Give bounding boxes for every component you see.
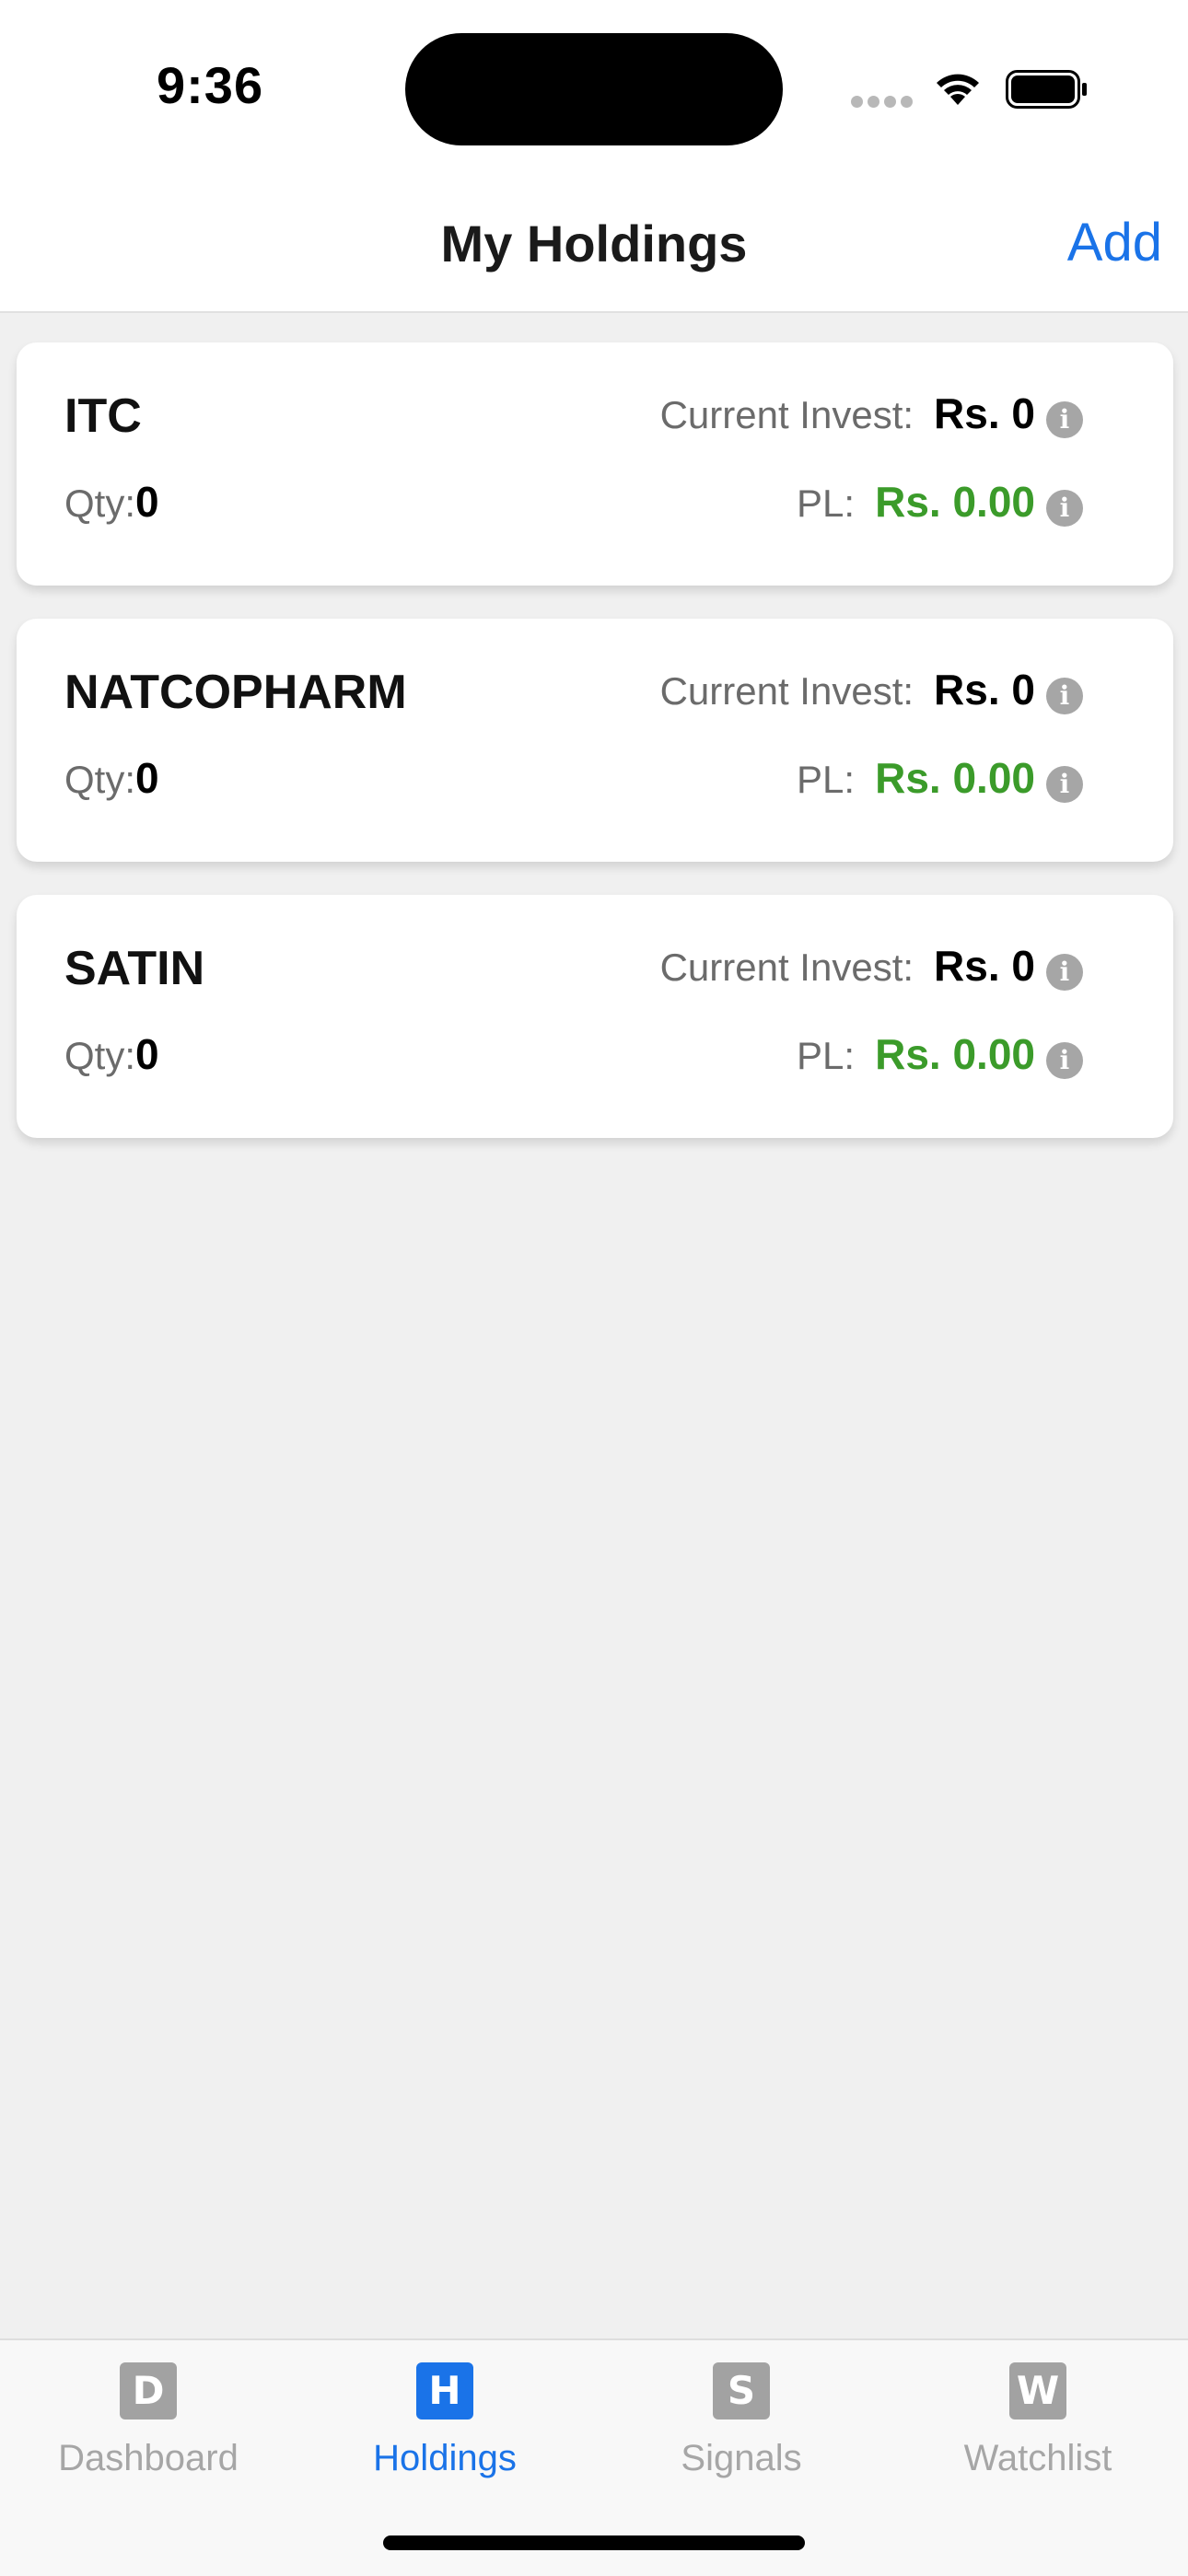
cellular-signal-icon: [851, 96, 914, 109]
dashboard-icon: D: [120, 2362, 177, 2419]
current-invest-value: Rs. 0: [934, 942, 1035, 990]
info-icon[interactable]: i: [1046, 678, 1083, 714]
qty-label: Qty:: [64, 482, 136, 525]
current-invest-row: Current Invest: Rs. 0: [660, 665, 1035, 714]
current-invest-row: Current Invest: Rs. 0: [660, 941, 1035, 991]
tab-label: Signals: [681, 2438, 802, 2478]
tab-label: Watchlist: [963, 2438, 1112, 2478]
tab-dashboard[interactable]: D Dashboard: [0, 2362, 297, 2479]
pl-row: PL: Rs. 0.00: [797, 1029, 1035, 1079]
current-invest-label: Current Invest:: [659, 393, 914, 436]
holding-qty: Qty:0: [64, 753, 159, 803]
pl-row: PL: Rs. 0.00: [797, 477, 1035, 527]
current-invest-value: Rs. 0: [934, 666, 1035, 714]
holding-qty: Qty:0: [64, 1029, 159, 1079]
holdings-list: ITC Qty:0 Current Invest: Rs. 0 i PL: Rs. …: [17, 342, 1173, 1171]
tab-watchlist[interactable]: W Watchlist: [890, 2362, 1186, 2479]
pl-label: PL:: [797, 1034, 856, 1077]
current-invest-value: Rs. 0: [934, 389, 1035, 437]
holding-card[interactable]: NATCOPHARM Qty:0 Current Invest: Rs. 0 i …: [17, 619, 1173, 862]
tab-label: Dashboard: [58, 2438, 239, 2478]
navigation-bar: My Holdings Add: [0, 175, 1188, 313]
info-icon[interactable]: i: [1046, 954, 1083, 991]
qty-value: 0: [135, 478, 159, 526]
holding-symbol: NATCOPHARM: [64, 666, 407, 719]
holdings-icon: H: [416, 2362, 473, 2419]
tab-signals[interactable]: S Signals: [593, 2362, 890, 2479]
current-invest-label: Current Invest:: [659, 669, 914, 713]
holding-card[interactable]: SATIN Qty:0 Current Invest: Rs. 0 i PL: Rs…: [17, 895, 1173, 1138]
signals-icon: S: [713, 2362, 770, 2419]
qty-value: 0: [135, 1030, 159, 1078]
holding-qty: Qty:0: [64, 477, 159, 527]
home-indicator[interactable]: [383, 2535, 805, 2550]
info-icon[interactable]: i: [1046, 490, 1083, 527]
current-invest-row: Current Invest: Rs. 0: [660, 389, 1035, 438]
info-icon[interactable]: i: [1046, 1042, 1083, 1079]
pl-label: PL:: [797, 758, 856, 801]
current-invest-label: Current Invest:: [659, 946, 914, 989]
info-icon[interactable]: i: [1046, 766, 1083, 803]
tab-label: Holdings: [373, 2438, 517, 2478]
wifi-icon: [937, 74, 979, 105]
status-time: 9:36: [157, 56, 264, 114]
watchlist-icon: W: [1009, 2362, 1066, 2419]
qty-value: 0: [135, 754, 159, 802]
page-title: My Holdings: [440, 215, 748, 273]
qty-label: Qty:: [64, 1034, 136, 1077]
info-icon[interactable]: i: [1046, 401, 1083, 438]
pl-row: PL: Rs. 0.00: [797, 753, 1035, 803]
pl-label: PL:: [797, 482, 856, 525]
tab-holdings[interactable]: H Holdings: [297, 2362, 593, 2479]
pl-value: Rs. 0.00: [875, 754, 1035, 802]
holding-symbol: SATIN: [64, 942, 205, 995]
qty-label: Qty:: [64, 758, 136, 801]
pl-value: Rs. 0.00: [875, 1030, 1035, 1078]
add-button[interactable]: Add: [1067, 212, 1162, 273]
holding-card[interactable]: ITC Qty:0 Current Invest: Rs. 0 i PL: Rs. …: [17, 342, 1173, 586]
battery-icon: [1006, 70, 1087, 109]
holding-symbol: ITC: [64, 389, 142, 443]
pl-value: Rs. 0.00: [875, 478, 1035, 526]
status-bar: 9:36: [0, 0, 1188, 175]
dynamic-island: [405, 33, 783, 145]
